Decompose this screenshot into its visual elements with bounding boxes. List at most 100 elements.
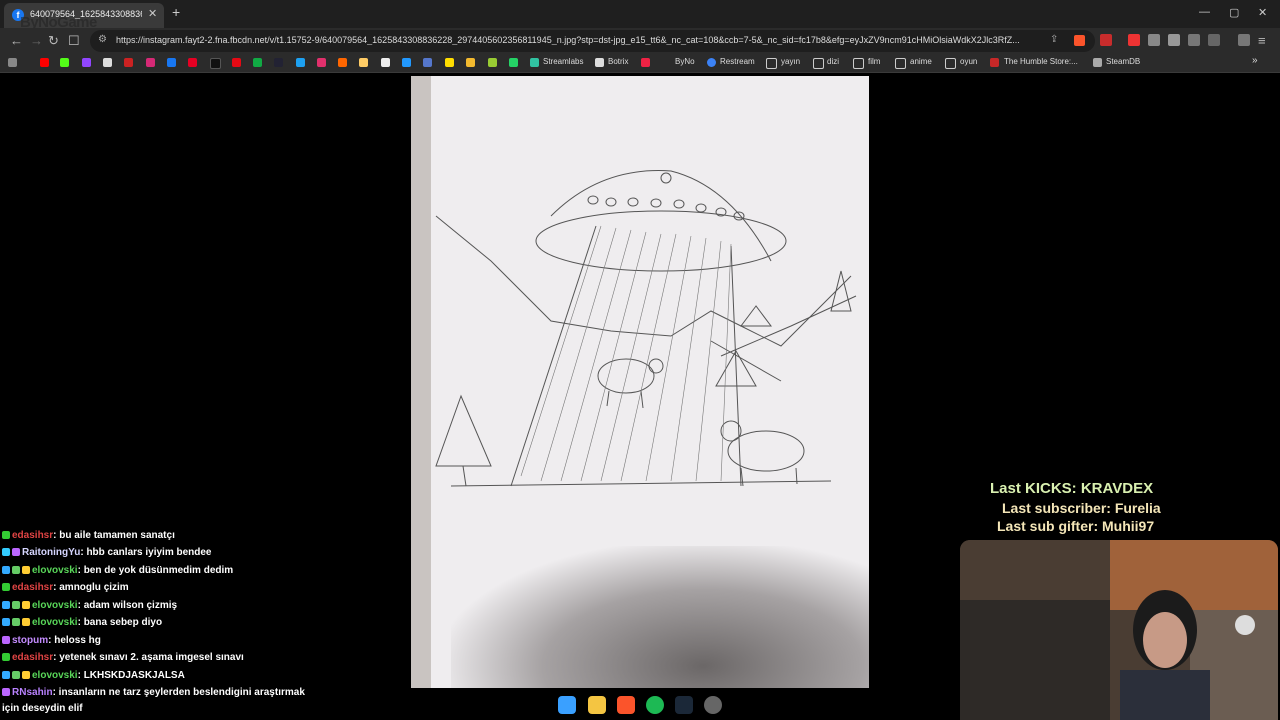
folder-icon (813, 58, 824, 69)
chat-message: RNsahin: insanların ne tarz şeylerden be… (2, 687, 305, 704)
bookmark-icon[interactable] (296, 58, 305, 67)
twitch-icon[interactable] (82, 58, 91, 67)
bookmark-icon[interactable] (359, 58, 368, 67)
chat-message: stopum: heloss hg (2, 635, 101, 652)
more-bookmarks-icon[interactable]: » (1252, 55, 1258, 66)
badge-icon (22, 671, 30, 680)
menu-icon[interactable]: ≡ (1258, 33, 1266, 48)
instagram-icon[interactable] (146, 58, 155, 67)
botrix-icon[interactable] (595, 58, 604, 67)
url-text: https://instagram.fayt2-2.fna.fbcdn.net/… (116, 35, 1020, 45)
kick-icon[interactable] (60, 58, 69, 67)
bookmark-folder-anime[interactable]: anime (910, 57, 932, 66)
chat-message: edasihsr: yetenek sınavı 2. aşama imgese… (2, 652, 244, 669)
badge-icon (22, 601, 30, 610)
badge-icon (12, 671, 20, 680)
hand-shadow (451, 546, 869, 688)
steam-icon[interactable] (675, 696, 693, 714)
extensions-puzzle-icon[interactable] (1188, 34, 1200, 46)
bookmark-icon[interactable] (124, 58, 133, 67)
bookmark-icon[interactable] (423, 58, 432, 67)
tab-bar: f 640079564_1625843308836228... ✕ + — ▢ … (0, 0, 1280, 28)
chat-message: elovovski: LKHSKDJASKJALSA (2, 670, 185, 687)
extension-icon[interactable] (1168, 34, 1180, 46)
steamdb-icon[interactable] (1093, 58, 1102, 67)
bookmark-humble-store[interactable]: The Humble Store:... (1004, 57, 1078, 66)
folder-icon (766, 58, 777, 69)
close-window-button[interactable]: ✕ (1258, 6, 1267, 19)
brave-icon[interactable] (617, 696, 635, 714)
bookmark-folder-yayin[interactable]: yayın (781, 57, 800, 66)
bookmark-botrix[interactable]: Botrix (608, 57, 628, 66)
badge-icon (12, 548, 20, 557)
tiktok-icon[interactable] (210, 58, 221, 69)
forward-button[interactable]: → (30, 33, 43, 48)
brave-shields-icon[interactable] (1074, 35, 1085, 46)
spotify-icon[interactable] (646, 696, 664, 714)
youtube-icon[interactable] (40, 58, 49, 67)
badge-icon (12, 618, 20, 627)
windows-start-icon[interactable] (558, 696, 576, 714)
badge-icon (2, 653, 10, 662)
bookmark-icon[interactable] (338, 58, 347, 67)
sidebar-icon[interactable] (1208, 34, 1220, 46)
netflix-icon[interactable] (232, 58, 241, 67)
badge-icon (2, 548, 10, 557)
extension-icon[interactable] (1128, 34, 1140, 46)
badge-icon (22, 618, 30, 627)
file-explorer-icon[interactable] (588, 696, 606, 714)
bookmark-icon[interactable] (253, 58, 262, 67)
x-icon[interactable] (103, 58, 112, 67)
humble-icon[interactable] (990, 58, 999, 67)
whatsapp-icon[interactable] (509, 58, 518, 67)
extension-icon[interactable] (1148, 34, 1160, 46)
binance-icon[interactable] (466, 58, 475, 67)
bookmark-icon[interactable] (274, 58, 283, 67)
bookmark-folder-film[interactable]: film (868, 57, 880, 66)
facebook-icon[interactable] (167, 58, 176, 67)
streamlabs-icon[interactable] (530, 58, 539, 67)
last-subscriber-label: Last subscriber: Furelia (1002, 500, 1161, 516)
taskbar (553, 692, 727, 720)
folder-icon (945, 58, 956, 69)
byno-icon[interactable] (641, 58, 650, 67)
badge-icon (2, 531, 10, 540)
bookmark-icon[interactable] (402, 58, 411, 67)
address-bar[interactable]: ⚙ https://instagram.fayt2-2.fna.fbcdn.ne… (90, 30, 1095, 52)
wallet-icon[interactable] (1238, 34, 1250, 46)
badge-icon (2, 618, 10, 627)
bookmark-byno[interactable]: ByNo (675, 57, 695, 66)
bookmark-page-button[interactable]: ☐ (68, 33, 80, 49)
chat-message: elovovski: bana sebep diyo (2, 617, 162, 634)
badge-icon (2, 671, 10, 680)
maximize-button[interactable]: ▢ (1229, 6, 1239, 19)
folder-icon (853, 58, 864, 69)
webcam-feed (960, 540, 1278, 720)
new-tab-button[interactable]: + (172, 4, 180, 20)
drawing-photo (411, 76, 869, 688)
bookmark-restream[interactable]: Restream (720, 57, 755, 66)
bookmark-icon[interactable] (317, 58, 326, 67)
bookmark-folder-oyun[interactable]: oyun (960, 57, 977, 66)
bookmark-icon[interactable] (488, 58, 497, 67)
site-info-icon[interactable]: ⚙ (98, 34, 107, 45)
bookmark-icon[interactable] (445, 58, 454, 67)
bookmark-steamdb[interactable]: SteamDB (1106, 57, 1140, 66)
reload-button[interactable]: ↻ (48, 33, 59, 49)
streamer-webcam-image (960, 540, 1278, 720)
restream-icon[interactable] (707, 58, 716, 67)
brave-rewards-icon[interactable] (1100, 34, 1112, 46)
tab-close-icon[interactable]: ✕ (148, 7, 157, 20)
amazon-icon[interactable] (381, 58, 390, 67)
minimize-button[interactable]: — (1199, 6, 1210, 18)
last-kicks-label: Last KICKS: KRAVDEX (990, 480, 1154, 497)
apps-grid-icon[interactable] (8, 58, 17, 67)
chat-message: elovovski: adam wilson çizmiş (2, 600, 177, 617)
share-icon[interactable]: ⇪ (1050, 34, 1058, 45)
github-desktop-icon[interactable] (704, 696, 722, 714)
bookmark-folder-dizi[interactable]: dizi (827, 57, 839, 66)
last-gifter-label: Last sub gifter: Muhii97 (997, 518, 1155, 534)
back-button[interactable]: ← (10, 33, 23, 48)
pinterest-icon[interactable] (188, 58, 197, 67)
bookmark-streamlabs[interactable]: Streamlabs (543, 57, 583, 66)
